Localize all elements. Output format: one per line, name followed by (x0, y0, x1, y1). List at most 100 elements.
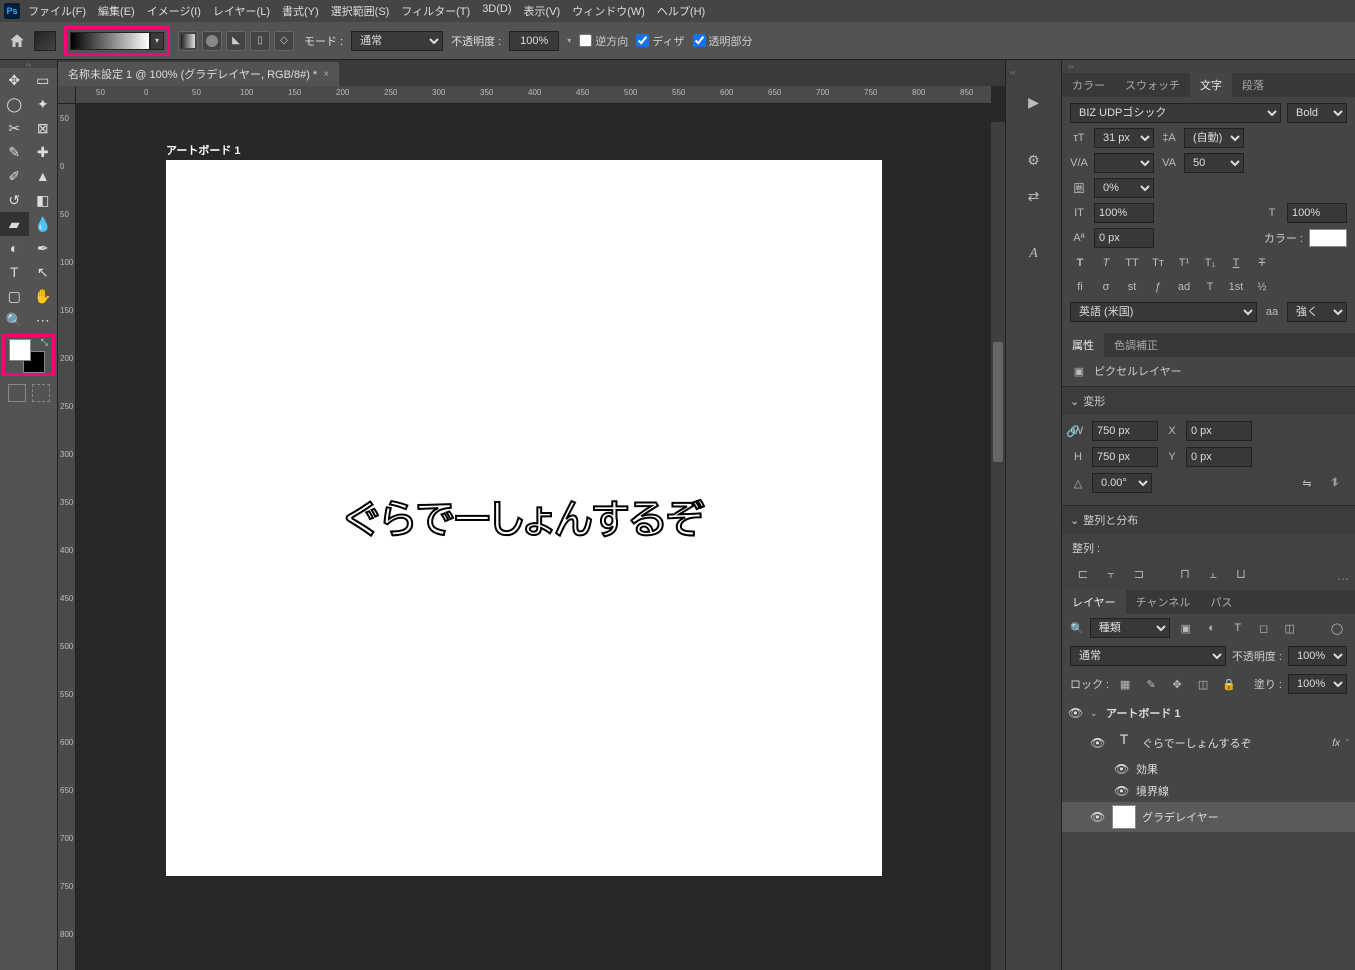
fx-badge[interactable]: fx (1332, 738, 1340, 749)
height-input[interactable] (1092, 447, 1158, 467)
align-more-icon[interactable]: ⋯ (1337, 572, 1349, 586)
path-select-tool[interactable]: ↖ (29, 260, 58, 284)
leading-input[interactable]: (自動) (1184, 128, 1244, 148)
flip-v-icon[interactable]: ⥮ (1325, 474, 1345, 492)
contextual-icon[interactable]: σ (1096, 278, 1116, 296)
baseline-input[interactable] (1094, 228, 1154, 248)
layer-effect-stroke[interactable]: 👁 境界線 (1062, 780, 1355, 802)
allcaps-icon[interactable]: TT (1122, 254, 1142, 272)
lock-all-icon[interactable]: 🔒 (1219, 675, 1239, 693)
y-input[interactable] (1186, 447, 1252, 467)
gradient-reflected-icon[interactable]: ▯ (250, 31, 270, 51)
kerning-input[interactable] (1094, 153, 1154, 173)
gradient-picker[interactable] (70, 32, 150, 50)
hscale-input[interactable] (1287, 203, 1347, 223)
italic-icon[interactable]: T (1096, 254, 1116, 272)
swash-icon[interactable]: ƒ (1148, 278, 1168, 296)
menu-item[interactable]: 表示(V) (518, 1, 567, 21)
tab-color[interactable]: カラー (1062, 73, 1115, 97)
menu-item[interactable]: レイヤー(L) (207, 1, 276, 21)
layer-opacity-input[interactable]: 100% (1288, 646, 1347, 666)
align-hcenter-icon[interactable]: ⫟ (1100, 564, 1122, 584)
visibility-icon[interactable]: 👁 (1114, 762, 1130, 776)
tab-properties[interactable]: 属性 (1062, 333, 1104, 357)
toolbox-collapse[interactable]: ‹‹ (0, 60, 57, 68)
blend-mode-select[interactable]: 通常 (351, 31, 443, 51)
chevron-icon[interactable]: ˆ (1346, 738, 1349, 748)
scrollbar-thumb[interactable] (993, 342, 1003, 462)
hand-tool[interactable]: ✋ (29, 284, 58, 308)
language-select[interactable]: 英語 (米国) (1070, 302, 1257, 322)
menu-item[interactable]: フィルター(T) (395, 1, 476, 21)
visibility-icon[interactable]: 👁 (1090, 736, 1106, 750)
menu-item[interactable]: 選択範囲(S) (325, 1, 396, 21)
smallcaps-icon[interactable]: Tᴛ (1148, 254, 1168, 272)
layer-effects[interactable]: 👁 効果 (1062, 758, 1355, 780)
visibility-icon[interactable]: 👁 (1090, 810, 1106, 824)
subscript-icon[interactable]: T₁ (1200, 254, 1220, 272)
filter-pixel-icon[interactable]: ▣ (1176, 619, 1196, 637)
font-family-select[interactable]: BIZ UDPゴシック (1070, 103, 1281, 123)
lock-artboard-icon[interactable]: ◫ (1193, 675, 1213, 693)
ruler-origin[interactable] (58, 86, 76, 104)
swap-colors-icon[interactable]: ⤡ (41, 337, 48, 348)
eyedropper-tool[interactable]: ✎ (0, 140, 29, 164)
dock-collapse[interactable]: ‹‹ (1010, 68, 1015, 77)
dither-checkbox[interactable]: ディザ (636, 33, 684, 49)
transparency-checkbox[interactable]: 透明部分 (693, 33, 753, 49)
gradient-angle-icon[interactable]: ◣ (226, 31, 246, 51)
adjustments-icon[interactable]: ⚙ (1021, 149, 1047, 171)
chevron-down-icon[interactable]: ⌄ (1090, 708, 1100, 719)
stylistic-icon[interactable]: ad (1174, 278, 1194, 296)
gradient-picker-dropdown[interactable]: ▾ (150, 32, 164, 50)
menu-item[interactable]: 3D(D) (476, 1, 517, 21)
vscale-input[interactable] (1094, 203, 1154, 223)
align-left-icon[interactable]: ⊏ (1072, 564, 1094, 584)
titling-icon[interactable]: T (1200, 278, 1220, 296)
tab-swatches[interactable]: スウォッチ (1115, 73, 1190, 97)
menu-item[interactable]: ウィンドウ(W) (566, 1, 651, 21)
transform-section-title[interactable]: ⌄変形 (1062, 387, 1355, 415)
panels-collapse[interactable]: ›› (1062, 60, 1355, 73)
filter-smart-icon[interactable]: ◫ (1280, 619, 1300, 637)
filter-type-icon[interactable]: T (1228, 619, 1248, 637)
tab-layers[interactable]: レイヤー (1062, 590, 1126, 614)
superscript-icon[interactable]: T¹ (1174, 254, 1194, 272)
crop-tool[interactable]: ✂ (0, 116, 29, 140)
fill-input[interactable]: 100% (1288, 674, 1347, 694)
link-icon[interactable]: 🔗 (1066, 426, 1080, 438)
menu-item[interactable]: ヘルプ(H) (651, 1, 711, 21)
tracking-input[interactable]: 50 (1184, 153, 1244, 173)
pen-tool[interactable]: ✒ (29, 236, 58, 260)
quick-mask-icon[interactable] (8, 384, 26, 402)
gradient-diamond-icon[interactable]: ◇ (274, 31, 294, 51)
lock-transparency-icon[interactable]: ▦ (1115, 675, 1135, 693)
tab-character[interactable]: 文字 (1190, 73, 1232, 97)
align-bottom-icon[interactable]: ⊔ (1230, 564, 1252, 584)
lock-pixels-icon[interactable]: ✎ (1141, 675, 1161, 693)
tool-preset-swatch[interactable] (34, 31, 56, 51)
gradient-radial-icon[interactable] (202, 31, 222, 51)
layer-text[interactable]: 👁 T ぐらでーしょんするぞ fx ˆ (1062, 728, 1355, 758)
ruler-vertical[interactable]: 5005010015020025030035040045050055060065… (58, 104, 76, 970)
align-top-icon[interactable]: ⊓ (1174, 564, 1196, 584)
align-right-icon[interactable]: ⊐ (1128, 564, 1150, 584)
styles-icon[interactable]: ⇄ (1021, 185, 1047, 207)
menu-item[interactable]: ファイル(F) (22, 1, 92, 21)
frame-tool[interactable]: ⊠ (29, 116, 58, 140)
tab-color-correction[interactable]: 色調補正 (1104, 333, 1168, 357)
width-input[interactable] (1092, 421, 1158, 441)
ligature-icon[interactable]: fi (1070, 278, 1090, 296)
history-brush-tool[interactable]: ↺ (0, 188, 29, 212)
menu-item[interactable]: 書式(Y) (276, 1, 325, 21)
menu-item[interactable]: 編集(E) (92, 1, 141, 21)
strikethrough-icon[interactable]: T (1252, 254, 1272, 272)
fractions-icon[interactable]: ½ (1252, 278, 1272, 296)
lock-position-icon[interactable]: ✥ (1167, 675, 1187, 693)
layer-artboard[interactable]: 👁 ⌄ アートボード 1 (1062, 698, 1355, 728)
filter-kind-select[interactable]: 種類 (1090, 618, 1170, 638)
flip-h-icon[interactable]: ⇋ (1297, 474, 1317, 492)
type-tool[interactable]: T (0, 260, 29, 284)
eraser-tool[interactable]: ◧ (29, 188, 58, 212)
dodge-tool[interactable]: ◐ (0, 236, 29, 260)
